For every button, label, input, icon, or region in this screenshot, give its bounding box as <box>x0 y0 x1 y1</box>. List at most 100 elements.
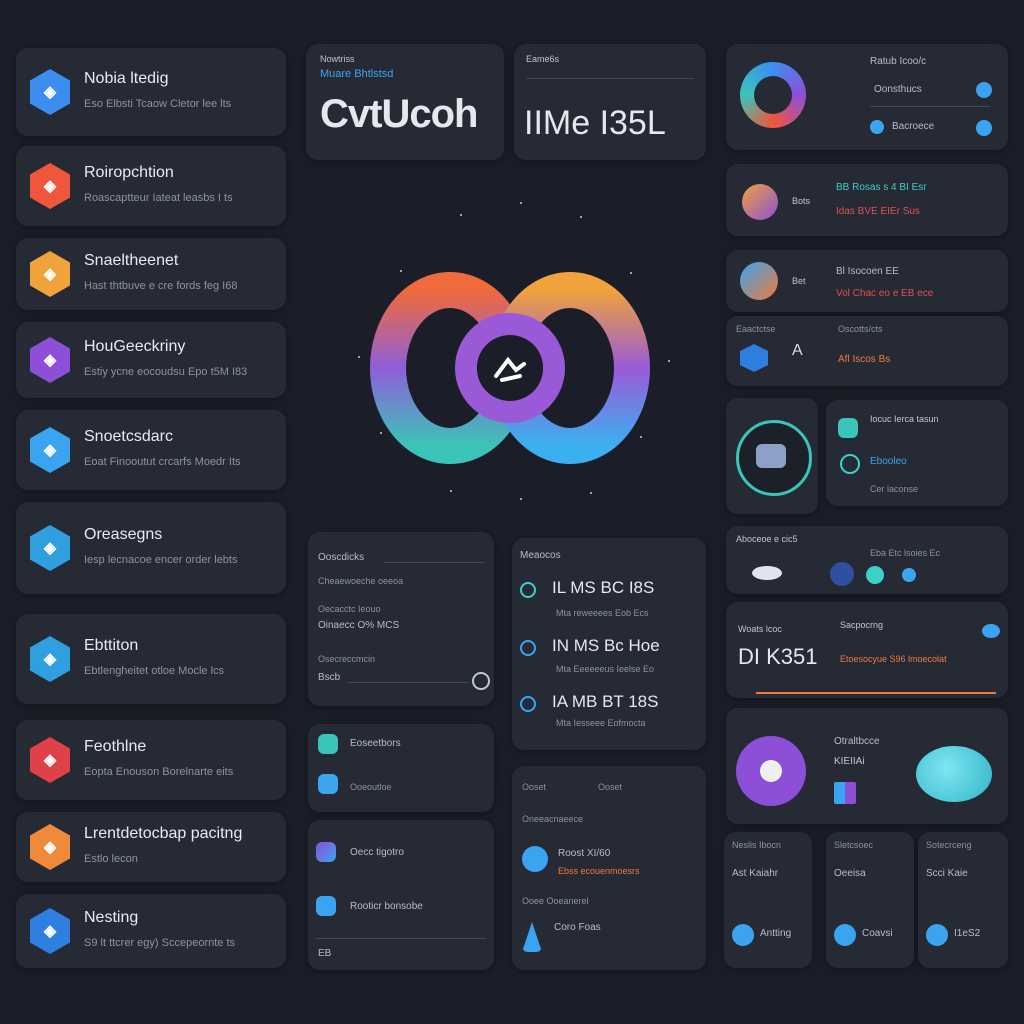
settings-row-5[interactable]: Bscb <box>318 672 340 683</box>
action-icon[interactable] <box>732 924 754 946</box>
brand-card[interactable]: Nowtriss Muare Bhtlstsd CvtUcoh <box>306 44 504 160</box>
folder-icon <box>318 734 338 754</box>
left-list-subtitle: Eoat Finooutut crcarfs Moedr Its <box>84 456 241 468</box>
shield-icon[interactable] <box>830 562 854 586</box>
brand-label: Nowtriss <box>320 54 355 64</box>
toggle-1-icon[interactable] <box>976 82 992 98</box>
left-list-subtitle: Estlo lecon <box>84 853 138 865</box>
tasks-panel[interactable]: Oecc tigotro Rooticr bonsobe EB <box>308 820 494 970</box>
left-list-item[interactable]: ◈ Snaeltheenet Hast thtbuve e cre fords fe… <box>16 238 286 310</box>
hexagon-icon: ◈ <box>30 636 70 682</box>
card-title-1: Eaactctse <box>736 324 776 334</box>
mini-card-action[interactable]: Antting <box>760 928 791 939</box>
stats-panel-subtitle: Sacpocrng <box>840 620 884 630</box>
info-icon <box>870 120 884 134</box>
tasks-row-1[interactable]: Oecc tigotro <box>350 847 404 858</box>
data-grid-panel[interactable]: Meaocos IL MS BC I8S Mta reweeees Eob Ec… <box>512 538 706 750</box>
activity-card[interactable]: Iocuc Ierca tasun Ebooleo Cer laconse <box>826 400 1008 506</box>
card-row: Afl Iscos Bs <box>838 354 891 365</box>
mini-card[interactable]: Sletcsoec Oeeisa Coavsi <box>826 832 914 968</box>
left-list-subtitle: Estiy ycne eocoudsu Epo t5M I83 <box>84 366 248 378</box>
toggle-2-icon[interactable] <box>976 120 992 136</box>
grid-row-5: IA MB BT 18S <box>552 692 659 711</box>
search-icon[interactable] <box>472 672 490 690</box>
stats-panel-title: Woats lcoc <box>738 624 782 634</box>
mini-card[interactable]: Neslis Ibocn Ast Kaiahr Antting <box>724 832 812 968</box>
brand-title: CvtUcoh <box>320 92 478 136</box>
pin-icon <box>522 922 542 952</box>
left-list-item[interactable]: ◈ Roiropchtion Roascaptteur Iateat leasbs … <box>16 146 286 226</box>
left-list-item[interactable]: ◈ Nesting S9 lt ttcrer egy) Sccepeornte ts <box>16 894 286 968</box>
left-list-item[interactable]: ◈ Oreasegns Iesp lecnacoe encer order lebt… <box>16 502 286 594</box>
document-icon <box>318 774 338 794</box>
shield-icon <box>740 344 768 372</box>
activity-row-1: Iocuc Ierca tasun <box>870 414 939 424</box>
settings-panel[interactable]: Ooscdicks Cheaewoeche oeeoa Oecacctc Ieo… <box>308 532 494 706</box>
details-row-2: Ebss ecouenmoesrs <box>558 866 640 876</box>
mini-card-action[interactable]: I1eS2 <box>954 928 980 939</box>
status-icon <box>520 696 536 712</box>
activity-row-3: Cer laconse <box>870 484 919 494</box>
globe-icon[interactable] <box>866 566 884 584</box>
files-row-1[interactable]: Eoseetbors <box>350 738 401 749</box>
status-icon <box>520 582 536 598</box>
profile-row-2[interactable]: Bacroece <box>892 121 934 132</box>
stats-card[interactable]: Eame6s IIMe I35L <box>514 44 706 160</box>
left-list-item[interactable]: ◈ Feothlne Eopta Enouson Borelnarte eits <box>16 720 286 800</box>
card-title-2: Oscotts/cts <box>838 324 883 334</box>
hexagon-icon: ◈ <box>30 525 70 571</box>
action-icon[interactable] <box>926 924 948 946</box>
files-panel[interactable]: Eoseetbors Ooeoutloe <box>308 724 494 812</box>
stats-panel[interactable]: Woats lcoc Sacpocrng DI K351 Etoesocyue … <box>726 602 1008 698</box>
stats-panel-row: Etoesocyue S96 lmoecolat <box>840 654 947 664</box>
details-row-1: Roost XI/60 <box>558 848 611 859</box>
details-row-4: Coro Foas <box>554 922 601 933</box>
profile-card[interactable]: Ratub Icoo/c Oonsthucs Bacroece <box>726 44 1008 150</box>
left-list-item[interactable]: ◈ HouGeeckriny Estiy ycne eocoudsu Epo t5M… <box>16 322 286 398</box>
tasks-row-2[interactable]: Rooticr bonsobe <box>350 901 423 912</box>
details-title: Oneeacnaeece <box>522 814 584 824</box>
grid-row-4: Mta Eeeeeeus Ieelse Eo <box>556 664 655 674</box>
left-list-item[interactable]: ◈ Lrentdetocbap pacitng Estlo lecon <box>16 812 286 882</box>
mini-card-row: Scci Kaie <box>926 868 968 879</box>
hexagon-icon: ◈ <box>30 337 70 383</box>
left-list-item[interactable]: ◈ Nobia ltedig Eso Elbsti Tcaow Cletor lee… <box>16 48 286 136</box>
hexagon-icon: ◈ <box>30 737 70 783</box>
details-panel[interactable]: Ooset Ooset Oneeacnaeece Roost XI/60 Ebs… <box>512 766 706 970</box>
bird-icon[interactable] <box>902 568 916 582</box>
media-subtitle: KIEIIAi <box>834 756 865 767</box>
left-list-item[interactable]: ◈ Ebttiton Ebtlengheitet otloe Mocle lcs <box>16 614 286 704</box>
car-icon <box>982 624 1000 638</box>
left-list-subtitle: S9 lt ttcrer egy) Sccepeornte ts <box>84 937 236 949</box>
account-icon <box>522 846 548 872</box>
cloud-blob-icon <box>916 746 992 802</box>
cloud-icon[interactable] <box>752 566 782 580</box>
left-list-subtitle: Hast thtbuve e cre fords feg I68 <box>84 280 238 292</box>
mini-card-title: Sletcsoec <box>834 840 874 850</box>
device-card[interactable] <box>726 398 818 514</box>
mini-card-action[interactable]: Coavsi <box>862 928 893 939</box>
mini-card[interactable]: Sotecrceng Scci Kaie I1eS2 <box>918 832 1008 968</box>
metrics-card-3[interactable]: Eaactctse Oscotts/cts A Afl Iscos Bs <box>726 316 1008 386</box>
toolbar-title: Aboceoe e cic5 <box>736 534 798 544</box>
profile-row-1[interactable]: Oonsthucs <box>874 84 922 95</box>
action-icon[interactable] <box>834 924 856 946</box>
toolbar-card[interactable]: Aboceoe e cic5 Eba Etc lsoies Ec <box>726 526 1008 594</box>
left-list-title: Snaeltheenet <box>84 252 179 269</box>
files-row-2[interactable]: Ooeoutloe <box>350 782 392 792</box>
mini-card-title: Neslis Ibocn <box>732 840 782 850</box>
metrics-side: Bet <box>792 276 806 286</box>
settings-row-3[interactable]: Oinaecc O% MCS <box>318 620 399 631</box>
grid-row-2: Mta reweeees Eob Ecs <box>556 608 649 618</box>
app-icon <box>742 184 778 220</box>
settings-row-2: Oecacctc Ieouo <box>318 604 381 614</box>
grid-row-6: Mta Iesseee Eofmocta <box>556 718 646 728</box>
metrics-card-2[interactable]: Bet Bl Isocoen EE Vol Chac eo e EB ece <box>726 250 1008 312</box>
metrics-card-1[interactable]: Bots BB Rosas s 4 BI Esr Idas BVE EIEr S… <box>726 164 1008 236</box>
mini-card-row: Ast Kaiahr <box>732 868 779 879</box>
left-list-item[interactable]: ◈ Snoetcsdarc Eoat Finooutut crcarfs Moedr… <box>16 410 286 490</box>
media-card[interactable]: Otraltbcce KIEIIAi <box>726 708 1008 824</box>
metrics-row-1: BB Rosas s 4 BI Esr <box>836 182 927 193</box>
activity-row-2: Ebooleo <box>870 456 907 467</box>
details-row-3: Ooee Ooeanerel <box>522 896 589 906</box>
